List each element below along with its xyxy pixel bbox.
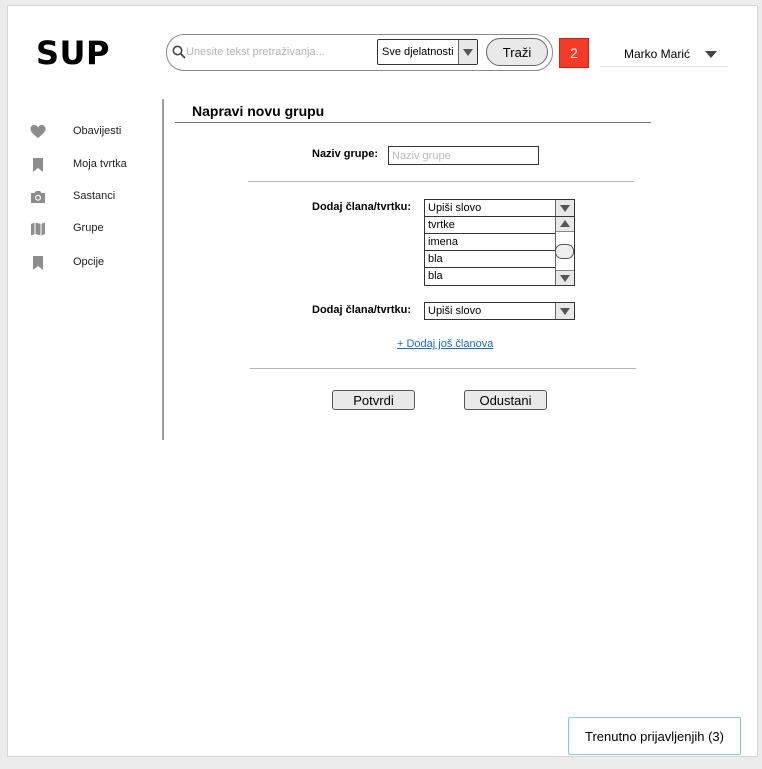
heart-icon — [30, 125, 46, 138]
member-combobox-value: Upiši slovo — [428, 202, 482, 214]
page-frame — [7, 5, 758, 757]
sidebar-item-opcije[interactable]: Opcije — [30, 253, 150, 273]
map-icon — [31, 222, 45, 236]
sidebar-item-label: Grupe — [73, 222, 104, 234]
section-divider — [248, 181, 634, 182]
page-title: Napravi novu grupu — [192, 103, 325, 119]
sidebar-item-sastanci[interactable]: Sastanci — [30, 187, 150, 207]
member-combobox-toggle[interactable] — [555, 303, 574, 319]
bookmark-icon — [33, 158, 43, 172]
notification-badge[interactable]: 2 — [559, 38, 589, 68]
chevron-down-icon — [560, 205, 570, 212]
sidebar-item-moja-tvrtka[interactable]: Moja tvrtka — [30, 155, 150, 175]
online-users-button[interactable]: Trenutno prijavljenjih (3) — [568, 717, 741, 755]
sidebar-divider — [162, 99, 164, 440]
user-menu[interactable]: Marko Marić — [600, 40, 728, 67]
confirm-button[interactable]: Potvrdi — [332, 390, 415, 410]
list-scrollbar[interactable] — [555, 217, 574, 285]
category-select-toggle[interactable] — [458, 40, 477, 64]
add-more-members-link[interactable]: + Dodaj još članova — [397, 338, 493, 350]
group-name-input[interactable] — [388, 146, 539, 165]
search-input[interactable] — [186, 44, 371, 60]
camera-icon — [31, 191, 45, 203]
list-item[interactable]: imena — [425, 234, 556, 251]
chevron-down-icon[interactable] — [705, 51, 717, 58]
member-combobox-1[interactable]: Upiši slovo — [424, 199, 575, 217]
list-item[interactable]: bla — [425, 251, 556, 268]
chevron-up-icon — [560, 220, 570, 227]
member-label-1: Dodaj člana/tvrtku: — [312, 201, 412, 213]
member-combobox-value: Upiši slovo — [428, 305, 482, 317]
sidebar-item-label: Moja tvrtka — [73, 158, 127, 170]
sidebar-item-obavijesti[interactable]: Obavijesti — [30, 122, 150, 142]
sidebar-item-label: Obavijesti — [73, 125, 122, 137]
member-combobox-toggle[interactable] — [555, 200, 574, 216]
category-select-value: Sve djelatnosti — [382, 46, 454, 58]
user-name: Marko Marić — [624, 47, 691, 61]
category-select[interactable]: Sve djelatnosti — [377, 39, 478, 65]
group-name-label: Naziv grupe: — [312, 148, 379, 160]
chevron-down-icon — [463, 49, 473, 56]
cancel-button[interactable]: Odustani — [464, 390, 547, 410]
search-icon — [172, 45, 186, 59]
list-item[interactable]: bla — [425, 268, 556, 285]
member-combobox-2[interactable]: Upiši slovo — [424, 302, 575, 320]
section-divider — [250, 368, 636, 369]
bookmark-icon — [33, 256, 43, 270]
title-divider — [175, 122, 651, 123]
member-label-2: Dodaj člana/tvrtku: — [312, 304, 412, 316]
sidebar-item-grupe[interactable]: Grupe — [30, 219, 150, 239]
sidebar-item-label: Opcije — [73, 256, 105, 268]
chevron-down-icon — [560, 275, 570, 282]
sidebar-item-label: Sastanci — [73, 190, 116, 202]
scroll-down-button[interactable] — [556, 270, 574, 285]
scroll-up-button[interactable] — [556, 217, 574, 232]
scroll-thumb[interactable] — [555, 244, 574, 259]
list-item[interactable]: tvrtke — [425, 217, 556, 234]
search-button[interactable]: Traži — [486, 38, 548, 66]
member-suggestion-list: tvrtke imena bla bla — [424, 216, 575, 286]
app-logo: SUP — [36, 34, 110, 72]
chevron-down-icon — [560, 308, 570, 315]
